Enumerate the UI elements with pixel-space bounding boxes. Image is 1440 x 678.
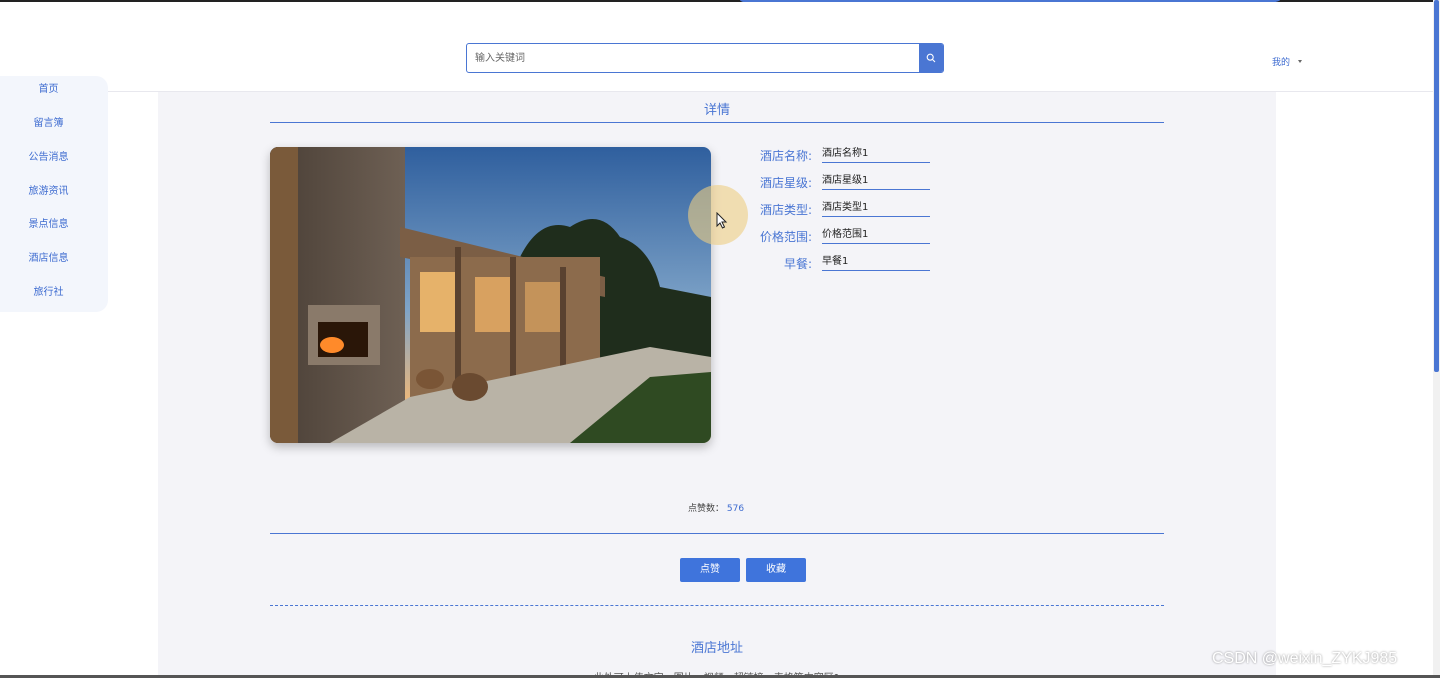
user-menu[interactable]: 我的	[1272, 55, 1303, 68]
caret-down-icon	[1298, 60, 1303, 63]
likes-label: 点赞数：	[688, 504, 725, 514]
sidebar-item-travel-agencies[interactable]: 旅行社	[0, 283, 97, 298]
search-input[interactable]	[467, 44, 919, 72]
hotel-star-label: 酒店星级:	[759, 176, 812, 190]
price-range-label: 价格范围:	[759, 230, 812, 244]
address-title: 酒店地址	[690, 641, 743, 656]
hotel-name-label: 酒店名称:	[759, 149, 812, 163]
breakfast-label: 早餐:	[783, 257, 812, 271]
title-divider	[270, 122, 1164, 123]
favorite-button[interactable]: 收藏	[746, 558, 806, 582]
csdn-watermark: CSDN @weixin_ZYKJ985	[1212, 650, 1398, 667]
likes-number: 576	[726, 504, 745, 514]
scrollbar-thumb[interactable]	[1434, 0, 1439, 372]
buttons-divider	[270, 605, 1164, 606]
header: 我的	[0, 2, 1433, 92]
hotel-star-value: 酒店星级1	[822, 174, 930, 190]
sidebar-item-travel-news[interactable]: 旅游资讯	[0, 182, 97, 197]
user-menu-label: 我的	[1272, 58, 1291, 68]
sidebar-item-guestbook[interactable]: 留言簿	[0, 114, 97, 129]
search-box	[466, 43, 944, 73]
like-button[interactable]: 点赞	[680, 558, 740, 582]
breakfast-value: 早餐1	[822, 255, 930, 271]
mouse-cursor-icon	[716, 212, 728, 229]
hotel-type-value: 酒店类型1	[822, 201, 930, 217]
price-range-value: 价格范围1	[822, 228, 930, 244]
sidebar-item-hotels[interactable]: 酒店信息	[0, 249, 97, 264]
hotel-name-value: 酒店名称1	[822, 147, 930, 163]
hotel-photo-illustration	[270, 147, 711, 443]
likes-divider	[270, 533, 1164, 534]
sidebar-item-attractions[interactable]: 景点信息	[0, 215, 97, 230]
likes-count: 点赞数： 576	[688, 501, 744, 514]
search-icon	[926, 53, 936, 63]
search-button[interactable]	[919, 44, 943, 72]
hotel-type-label: 酒店类型:	[759, 203, 812, 217]
sidebar: 首页 留言簿 公告消息 旅游资讯 景点信息 酒店信息 旅行社	[0, 76, 108, 312]
sidebar-item-announcements[interactable]: 公告消息	[0, 148, 97, 163]
detail-title: 详情	[703, 103, 730, 118]
hotel-photo	[270, 147, 711, 443]
sidebar-item-home[interactable]: 首页	[0, 80, 97, 95]
